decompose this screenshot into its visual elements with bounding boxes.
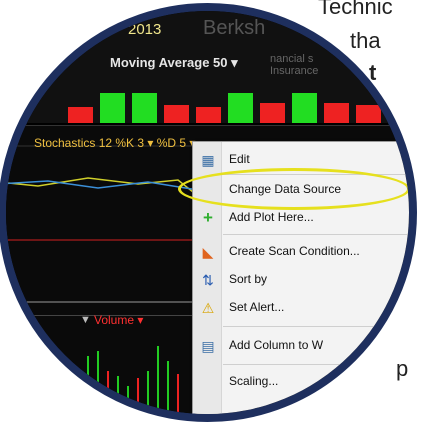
- menu-item-add-column[interactable]: ▤ Add Column to W: [193, 334, 409, 358]
- bar: [132, 93, 157, 123]
- bar: [292, 93, 317, 123]
- sector-label-line: Insurance: [270, 65, 319, 77]
- scan-condition-icon: ◣: [202, 244, 214, 260]
- sector-label-line: nancial s: [270, 53, 314, 65]
- bar: [356, 105, 381, 123]
- add-column-icon: ▤: [201, 338, 215, 354]
- add-plot-icon: +: [203, 208, 213, 227]
- magnifier-lens: 2013 Berksh Moving Average 50 ▾ nancial …: [0, 3, 417, 422]
- menu-item-set-alert[interactable]: ⚠ Set Alert...: [193, 296, 409, 320]
- bar: [228, 93, 253, 123]
- sort-icon: ⇅: [202, 272, 214, 288]
- chart-title-company: Berksh: [203, 17, 266, 39]
- moving-average-label[interactable]: Moving Average 50 ▾: [110, 55, 238, 71]
- menu-item-label: Create Scan Condition...: [229, 244, 360, 258]
- alert-icon: ⚠: [201, 300, 215, 316]
- menu-item-create-scan[interactable]: ◣ Create Scan Condition...: [193, 240, 409, 264]
- menu-item-label: Add Plot Here...: [229, 210, 314, 224]
- menu-separator: [223, 364, 409, 365]
- bar: [260, 103, 285, 123]
- heat-bars: [68, 81, 398, 123]
- menu-item-label: Set Alert...: [229, 300, 285, 314]
- menu-separator: [223, 326, 409, 327]
- bar: [324, 103, 349, 123]
- edit-icon: ▦: [201, 152, 215, 168]
- volume-label[interactable]: Volume ▾: [94, 313, 143, 327]
- bar: [100, 93, 125, 123]
- menu-item-label: Add Column to W: [229, 338, 324, 352]
- panel-toggle-icon[interactable]: ▼: [80, 314, 91, 326]
- highlight-ring: [178, 168, 409, 210]
- bar: [196, 107, 221, 123]
- stochastics-label[interactable]: Stochastics 12 %K 3 ▾ %D 5 ▾: [34, 136, 195, 150]
- menu-item-label: Edit: [229, 152, 250, 166]
- chart-title-year: 2013: [128, 21, 162, 38]
- menu-item-sort-by[interactable]: ⇅ Sort by: [193, 268, 409, 292]
- sector-label: nancial s Insurance: [270, 53, 318, 77]
- menu-item-scaling[interactable]: Scaling...: [193, 370, 409, 394]
- bar: [164, 105, 189, 123]
- menu-separator: [223, 234, 409, 235]
- bar: [68, 107, 93, 123]
- menu-item-label: Scaling...: [229, 374, 279, 388]
- menu-item-label: Sort by: [229, 272, 268, 286]
